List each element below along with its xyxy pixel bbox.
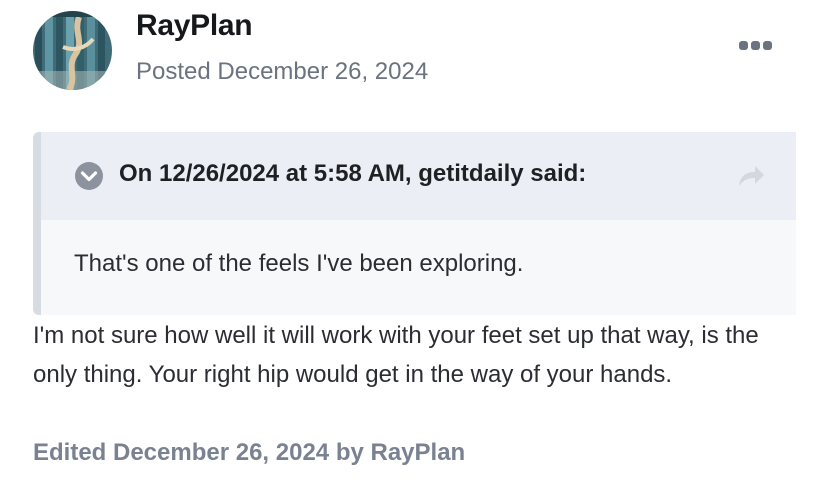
post-date[interactable]: Posted December 26, 2024 <box>136 58 428 86</box>
avatar-image <box>33 11 112 90</box>
quote-toggle-button[interactable] <box>74 161 104 191</box>
post-body: I'm not sure how well it will work with … <box>33 322 759 388</box>
ellipsis-icon <box>739 41 772 50</box>
quote-block: On 12/26/2024 at 5:58 AM, getitdaily sai… <box>33 132 796 315</box>
quote-body: That's one of the feels I've been explor… <box>74 250 524 277</box>
quote-header: On 12/26/2024 at 5:58 AM, getitdaily sai… <box>41 132 796 220</box>
edited-note: Edited December 26, 2024 by RayPlan <box>33 439 466 466</box>
share-arrow-icon <box>739 166 764 186</box>
quote-citation[interactable]: On 12/26/2024 at 5:58 AM, getitdaily sai… <box>119 160 586 188</box>
more-options-button[interactable] <box>736 34 776 58</box>
quote-share-button[interactable] <box>735 162 767 190</box>
author-name[interactable]: RayPlan <box>136 9 253 43</box>
chevron-down-icon <box>75 162 103 190</box>
avatar[interactable] <box>33 11 112 90</box>
